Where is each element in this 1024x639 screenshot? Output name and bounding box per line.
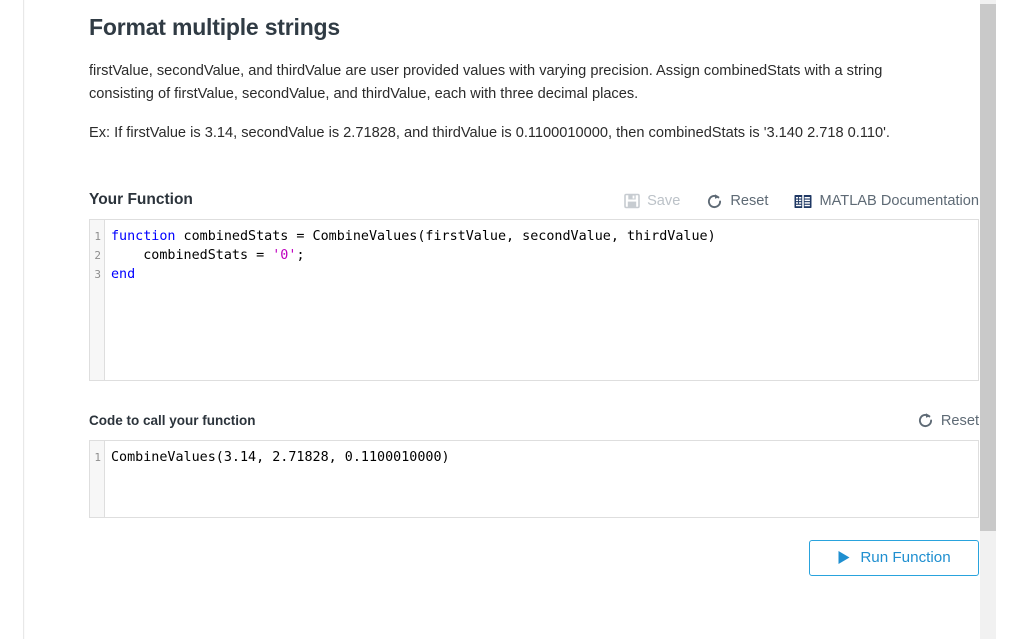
matlab-documentation-label: MATLAB Documentation xyxy=(819,193,979,209)
call-function-header: Code to call your function Reset xyxy=(89,381,979,431)
save-button-label: Save xyxy=(647,193,681,209)
your-function-code[interactable]: function combinedStats = CombineValues(f… xyxy=(105,220,978,380)
your-function-editor[interactable]: 1 2 3 function combinedStats = CombineValu… xyxy=(89,218,979,381)
code-line: CombineValues(3.14, 2.71828, 0.110001000… xyxy=(111,449,450,465)
matlab-documentation-button[interactable]: MATLAB Documentation xyxy=(794,193,979,209)
your-function-title: Your Function xyxy=(89,190,193,208)
call-function-code[interactable]: CombineValues(3.14, 2.71828, 0.110001000… xyxy=(105,441,978,517)
run-function-button[interactable]: Run Function xyxy=(809,539,979,576)
call-function-title: Code to call your function xyxy=(89,412,256,428)
reset-function-label: Reset xyxy=(730,193,769,209)
line-number: 1 xyxy=(94,229,101,243)
your-function-header: Your Function Save Reset MATLAB Document… xyxy=(89,145,979,210)
reset-call-label: Reset xyxy=(940,412,979,429)
line-number: 1 xyxy=(94,450,101,464)
call-function-gutter: 1 xyxy=(90,440,105,517)
line-number: 3 xyxy=(94,268,101,282)
run-function-label: Run Function xyxy=(860,549,951,566)
refresh-circular-arrow-icon xyxy=(706,193,723,210)
play-triangle-icon xyxy=(837,550,851,565)
code-line: combinedStats = '0'; xyxy=(111,247,305,263)
code-line: end xyxy=(111,267,136,283)
vertical-scrollbar-thumb[interactable] xyxy=(980,4,996,531)
call-function-toolbar: Reset xyxy=(917,412,979,429)
content-panel: Format multiple strings firstValue, seco… xyxy=(25,0,980,639)
call-function-editor[interactable]: 1 CombineValues(3.14, 2.71828, 0.1100010… xyxy=(89,439,979,518)
page-frame: Format multiple strings firstValue, seco… xyxy=(0,0,1024,639)
floppy-disk-icon xyxy=(624,193,640,209)
left-rail xyxy=(0,0,24,639)
problem-example: Ex: If firstValue is 3.14, secondValue i… xyxy=(89,125,890,141)
run-row: Run Function xyxy=(89,518,979,576)
reset-function-button[interactable]: Reset xyxy=(706,193,768,210)
page-title: Format multiple strings xyxy=(89,14,340,40)
your-function-toolbar: Save Reset MATLAB Documentation xyxy=(624,193,979,210)
reset-call-button[interactable]: Reset xyxy=(917,412,979,429)
line-number: 2 xyxy=(94,248,101,262)
book-icon xyxy=(794,194,812,209)
your-function-gutter: 1 2 3 xyxy=(90,219,105,380)
problem-description: firstValue, secondValue, and thirdValue … xyxy=(89,63,883,102)
refresh-circular-arrow-icon xyxy=(917,412,934,429)
save-button[interactable]: Save xyxy=(624,193,680,209)
code-line: function combinedStats = CombineValues(f… xyxy=(111,228,716,244)
right-margin xyxy=(996,0,1024,639)
